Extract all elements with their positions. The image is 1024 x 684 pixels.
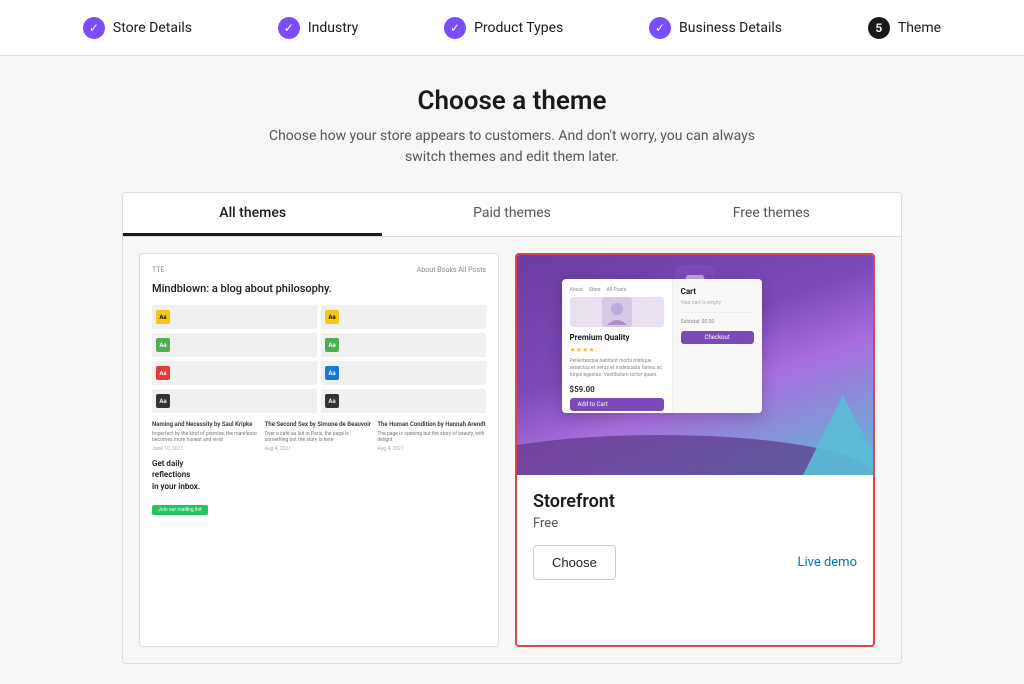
storefront-product-section: About Store All Posts [562,279,672,413]
check-icon-industry: ✓ [278,17,300,39]
storefront-mockup-wrapper: OPEN About Store All Posts [562,279,829,451]
swatch-item: Aa [152,361,317,385]
preview-swatches: Aa Aa Aa Aa Aa [152,305,486,413]
checkout-btn: Checkout [681,331,754,344]
themes-grid: TTE About Books All Posts Mindblown: a b… [123,237,901,663]
nav-step-label: Store Details [113,20,192,36]
storefront-nav: About Store All Posts [570,287,664,293]
swatch-item: Aa [321,389,486,413]
live-demo-link[interactable]: Live demo [797,555,857,570]
step-num-theme: 5 [868,17,890,39]
product-description: Pellentesque habitant morbi tristique se… [570,358,664,379]
nav-step-label: Business Details [679,20,782,36]
theme-price-storefront: Free [533,516,857,531]
swatch-yellow2: Aa [325,310,339,324]
theme-info-twenty-twenty-three: Twenty Twenty-Three Currently active the… [140,646,498,647]
storefront-preview-bg: OPEN About Store All Posts [517,255,873,475]
theme-card-storefront: OPEN About Store All Posts [515,253,875,647]
theme-card-twenty-twenty-three: TTE About Books All Posts Mindblown: a b… [139,253,499,647]
theme-preview-twenty-twenty-three: TTE About Books All Posts Mindblown: a b… [140,254,498,646]
nav-step-store-details: ✓ Store Details [83,17,192,39]
cart-subtotal: Subtotal: $0.00 [681,319,754,325]
theme-preview-storefront: OPEN About Store All Posts [517,255,873,475]
theme-info-storefront: Storefront Free Choose Live demo [517,475,873,596]
preview-headline: Mindblown: a blog about philosophy. [152,282,486,295]
swatch-green2: Aa [325,338,339,352]
theme-actions-storefront: Choose Live demo [533,545,857,580]
themes-container: All themes Paid themes Free themes TTE A… [122,192,902,664]
swatch-blue: Aa [325,366,339,380]
preview-cta-text: Get dailyreflectionsin your inbox. [152,458,486,492]
preview-email-tag: Join our mailing list [152,505,208,515]
check-icon-product-types: ✓ [444,17,466,39]
product-stars: ★★★★☆ [570,346,664,354]
swatch-dark: Aa [156,394,170,408]
cart-divider [681,312,754,313]
main-content: Choose a theme Choose how your store app… [0,56,1024,684]
tab-all-themes[interactable]: All themes [123,193,382,236]
swatch-item: Aa [321,361,486,385]
progress-nav: ✓ Store Details ✓ Industry ✓ Product Typ… [0,0,1024,56]
storefront-card-inner: About Store All Posts [562,279,762,413]
swatch-item: Aa [152,333,317,357]
nav-step-label: Industry [308,20,358,36]
nav-step-industry: ✓ Industry [278,17,358,39]
nav-step-business-details: ✓ Business Details [649,17,782,39]
product-title: Premium Quality [570,333,664,342]
swatch-yellow: Aa [156,310,170,324]
swatch-item: Aa [152,389,317,413]
preview-col-1: Naming and Necessity by Saul Kripke Impe… [152,421,261,452]
tabs-header: All themes Paid themes Free themes [123,193,901,237]
page-subtitle: Choose how your store appears to custome… [269,126,755,168]
tab-paid-themes[interactable]: Paid themes [382,193,641,236]
swatch-red: Aa [156,366,170,380]
tab-free-themes[interactable]: Free themes [642,193,901,236]
swatch-item: Aa [321,333,486,357]
swatch-dark2: Aa [325,394,339,408]
page-title: Choose a theme [418,86,607,116]
swatch-item: Aa [152,305,317,329]
nav-step-product-types: ✓ Product Types [444,17,563,39]
check-icon-business-details: ✓ [649,17,671,39]
nav-step-label: Product Types [474,20,563,36]
product-price: $59.00 [570,385,664,394]
choose-theme-button[interactable]: Choose [533,545,616,580]
cart-title: Cart [681,287,754,296]
preview-col-3: The Human Condition by Hannah Arendt The… [377,421,486,452]
swatch-item: Aa [321,305,486,329]
theme-name-storefront: Storefront [533,491,857,512]
nav-step-theme: 5 Theme [868,17,941,39]
nav-step-label: Theme [898,20,941,36]
swatch-green: Aa [156,338,170,352]
preview-header: TTE About Books All Posts [152,266,486,274]
check-icon-store-details: ✓ [83,17,105,39]
cart-empty-state: Your cart is empty [681,300,754,306]
add-to-cart-btn: Add to Cart [570,398,664,411]
preview-col-2: The Second Sex by Simone de Beauvoir Ove… [265,421,374,452]
product-image-placeholder [570,297,664,327]
preview-columns: Naming and Necessity by Saul Kripke Impe… [152,421,486,452]
cart-section: Cart Your cart is empty Subtotal: $0.00 … [672,279,762,413]
